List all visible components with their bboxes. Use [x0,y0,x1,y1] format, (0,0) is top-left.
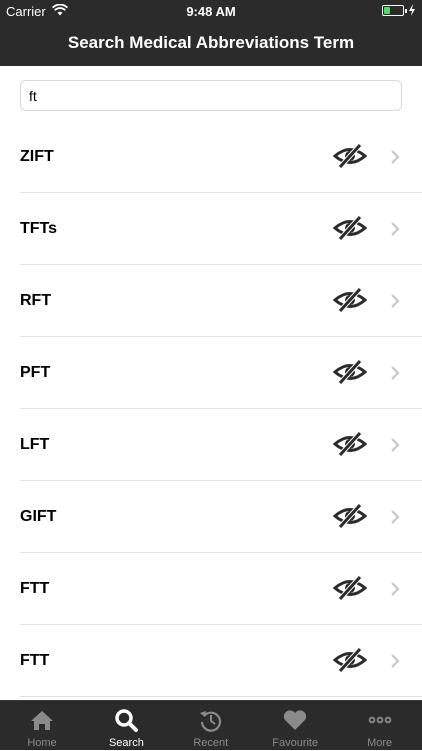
tab-label: More [367,737,393,749]
chevron-right-icon [391,510,400,524]
list-item-label: FTT [20,580,50,597]
tab-favourite[interactable]: Favourite [253,701,337,751]
chevron-right-icon [391,438,400,452]
battery-icon [382,5,407,16]
tab-search[interactable]: Search [84,701,168,751]
home-icon [31,711,53,730]
list-item[interactable]: TFTs [20,193,422,265]
list-item[interactable]: PFT [20,337,422,409]
heart-icon [284,710,307,730]
tab-bar: Home Search Recent Favourite More [0,700,422,750]
list-item-label: TFTs [20,220,58,237]
tab-label: Recent [193,737,229,749]
charging-icon [409,4,415,16]
tab-label: Home [27,737,57,749]
page-title: Search Medical Abbreviations Term [67,33,355,52]
tab-more[interactable]: More [338,701,422,751]
eye-slash-icon[interactable] [333,575,367,601]
tab-label: Favourite [272,737,319,749]
search-input[interactable] [20,80,402,111]
clock: 9:48 AM [186,4,236,19]
chevron-right-icon [391,222,400,236]
eye-slash-icon[interactable] [333,503,367,529]
tab-home[interactable]: Home [0,701,84,751]
eye-slash-icon[interactable] [333,143,367,169]
list-item-label: RFT [20,292,52,309]
list-item[interactable]: FTT [20,553,422,625]
eye-slash-icon[interactable] [333,215,367,241]
list-item-label: LFT [20,436,50,453]
tab-recent[interactable]: Recent [169,701,253,751]
list-item[interactable]: RFT [20,265,422,337]
eye-slash-icon[interactable] [333,359,367,385]
eye-slash-icon[interactable] [333,647,367,673]
navigation-bar: Search Medical Abbreviations Term [0,22,422,66]
chevron-right-icon [391,366,400,380]
chevron-right-icon [391,150,400,164]
chevron-right-icon [391,654,400,668]
history-icon [199,711,221,732]
results-list: ZIFT TFTs RFT PFT LFT GIFT FTT FTT [0,121,422,697]
eye-slash-icon[interactable] [333,287,367,313]
list-item[interactable]: ZIFT [20,121,422,193]
chevron-right-icon [391,294,400,308]
list-item-label: PFT [20,364,51,381]
eye-slash-icon[interactable] [333,431,367,457]
search-icon [115,709,139,732]
list-item[interactable]: FTT [20,625,422,697]
status-bar: Carrier 9:48 AM [0,0,422,22]
chevron-right-icon [391,582,400,596]
more-icon [368,716,391,724]
tab-label: Search [108,737,144,749]
list-item-label: GIFT [20,508,57,525]
list-item[interactable]: GIFT [20,481,422,553]
list-item-label: ZIFT [20,148,54,165]
list-item[interactable]: LFT [20,409,422,481]
list-item-label: FTT [20,652,50,669]
search-bar [20,80,402,111]
